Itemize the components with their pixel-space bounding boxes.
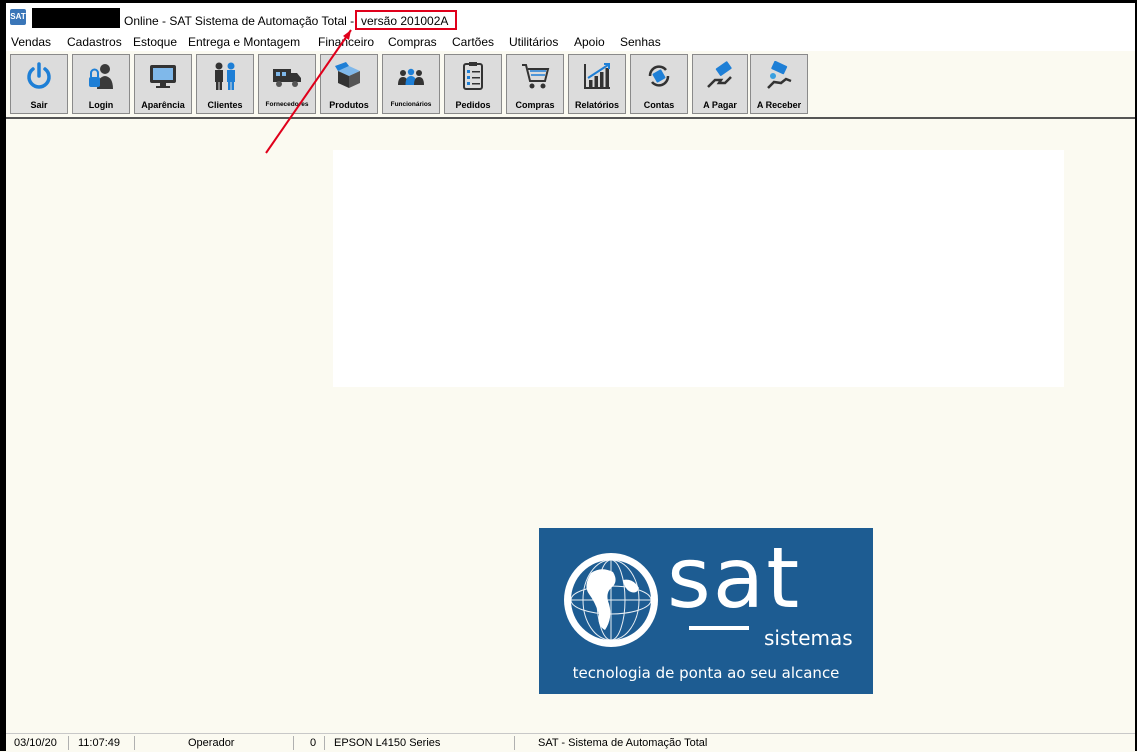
a-receber-label: A Receber: [756, 100, 802, 110]
menu-cartoes[interactable]: Cartões: [452, 35, 494, 49]
menu-estoque[interactable]: Estoque: [133, 35, 177, 49]
menu-compras[interactable]: Compras: [388, 35, 437, 49]
aparencia-label: Aparência: [141, 100, 185, 110]
team-icon: [398, 68, 424, 85]
menu-apoio[interactable]: Apoio: [574, 35, 605, 49]
version-highlight-box: versão 201002A: [355, 10, 457, 30]
version-label: versão 201002A: [361, 14, 449, 28]
redacted-block: [32, 8, 120, 28]
funcionarios-button[interactable]: Funcionários: [382, 54, 440, 114]
clipboard-icon: [463, 62, 483, 90]
contas-button[interactable]: Contas: [630, 54, 688, 114]
compras-label: Compras: [515, 100, 555, 110]
status-system: SAT - Sistema de Automação Total: [538, 737, 708, 749]
logo-underline: [689, 626, 749, 630]
pedidos-label: Pedidos: [455, 100, 491, 110]
status-printer: EPSON L4150 Series: [334, 737, 441, 749]
login-user-lock-icon: [89, 64, 113, 89]
menu-entrega-montagem[interactable]: Entrega e Montagem: [188, 35, 300, 49]
produtos-button[interactable]: Produtos: [320, 54, 378, 114]
app-icon[interactable]: SAT: [10, 9, 26, 25]
logo-sub: sistemas: [764, 626, 853, 650]
clientes-button[interactable]: Clientes: [196, 54, 254, 114]
fornecedores-label: Fornecedores: [265, 101, 309, 108]
menu-cadastros[interactable]: Cadastros: [67, 35, 122, 49]
sat-logo: sat sistemas tecnologia de ponta ao seu …: [539, 528, 873, 694]
relatorios-button[interactable]: Relatórios: [568, 54, 626, 114]
aparencia-button[interactable]: Aparência: [134, 54, 192, 114]
clients-handshake-icon: [215, 62, 235, 90]
box-icon: [335, 62, 360, 88]
menu-utilitarios[interactable]: Utilitários: [509, 35, 558, 49]
login-label: Login: [88, 100, 114, 110]
status-user: Operador: [188, 737, 235, 749]
toolbar: Sair Login Aparência Clientes Fornecedor…: [6, 51, 1135, 119]
a-receber-button[interactable]: A Receber: [750, 54, 808, 114]
a-pagar-button[interactable]: A Pagar: [692, 54, 748, 114]
truck-icon: [273, 69, 301, 87]
fornecedores-button[interactable]: Fornecedores: [258, 54, 316, 114]
status-time: 11:07:49: [78, 737, 121, 749]
menu-senhas[interactable]: Senhas: [620, 35, 661, 49]
logo-brand: sat: [667, 529, 802, 627]
cart-icon: [522, 64, 550, 89]
pay-hand-icon: [707, 61, 732, 88]
sair-button[interactable]: Sair: [10, 54, 68, 114]
funcionarios-label: Funcionários: [390, 101, 432, 108]
menu-bar: Vendas Cadastros Estoque Entrega e Monta…: [6, 33, 1135, 51]
bar-chart-icon: [584, 63, 610, 89]
status-bar: 03/10/20 11:07:49 Operador 0 EPSON L4150…: [6, 733, 1135, 752]
clientes-label: Clientes: [207, 100, 243, 110]
sair-label: Sair: [30, 100, 48, 110]
contas-label: Contas: [643, 100, 675, 110]
receive-money-icon: [767, 61, 792, 89]
status-separator: [134, 736, 135, 750]
menu-financeiro[interactable]: Financeiro: [318, 35, 374, 49]
content-panel: [333, 150, 1064, 387]
status-date: 03/10/20: [14, 737, 57, 749]
status-separator: [68, 736, 69, 750]
title-bar: SAT Online - SAT Sistema de Automação To…: [6, 3, 1135, 33]
status-separator: [324, 736, 325, 750]
produtos-label: Produtos: [329, 100, 369, 110]
compras-button[interactable]: Compras: [506, 54, 564, 114]
money-cycle-icon: [648, 65, 670, 87]
monitor-icon: [150, 65, 176, 88]
status-separator: [514, 736, 515, 750]
login-button[interactable]: Login: [72, 54, 130, 114]
pedidos-button[interactable]: Pedidos: [444, 54, 502, 114]
menu-vendas[interactable]: Vendas: [11, 35, 51, 49]
logo-tagline: tecnologia de ponta ao seu alcance: [572, 664, 840, 682]
relatorios-label: Relatórios: [574, 100, 619, 110]
status-count: 0: [310, 737, 317, 749]
a-pagar-label: A Pagar: [703, 100, 737, 110]
status-separator: [293, 736, 294, 750]
window-title: Online - SAT Sistema de Automação Total …: [124, 14, 355, 28]
power-icon: [27, 62, 51, 89]
